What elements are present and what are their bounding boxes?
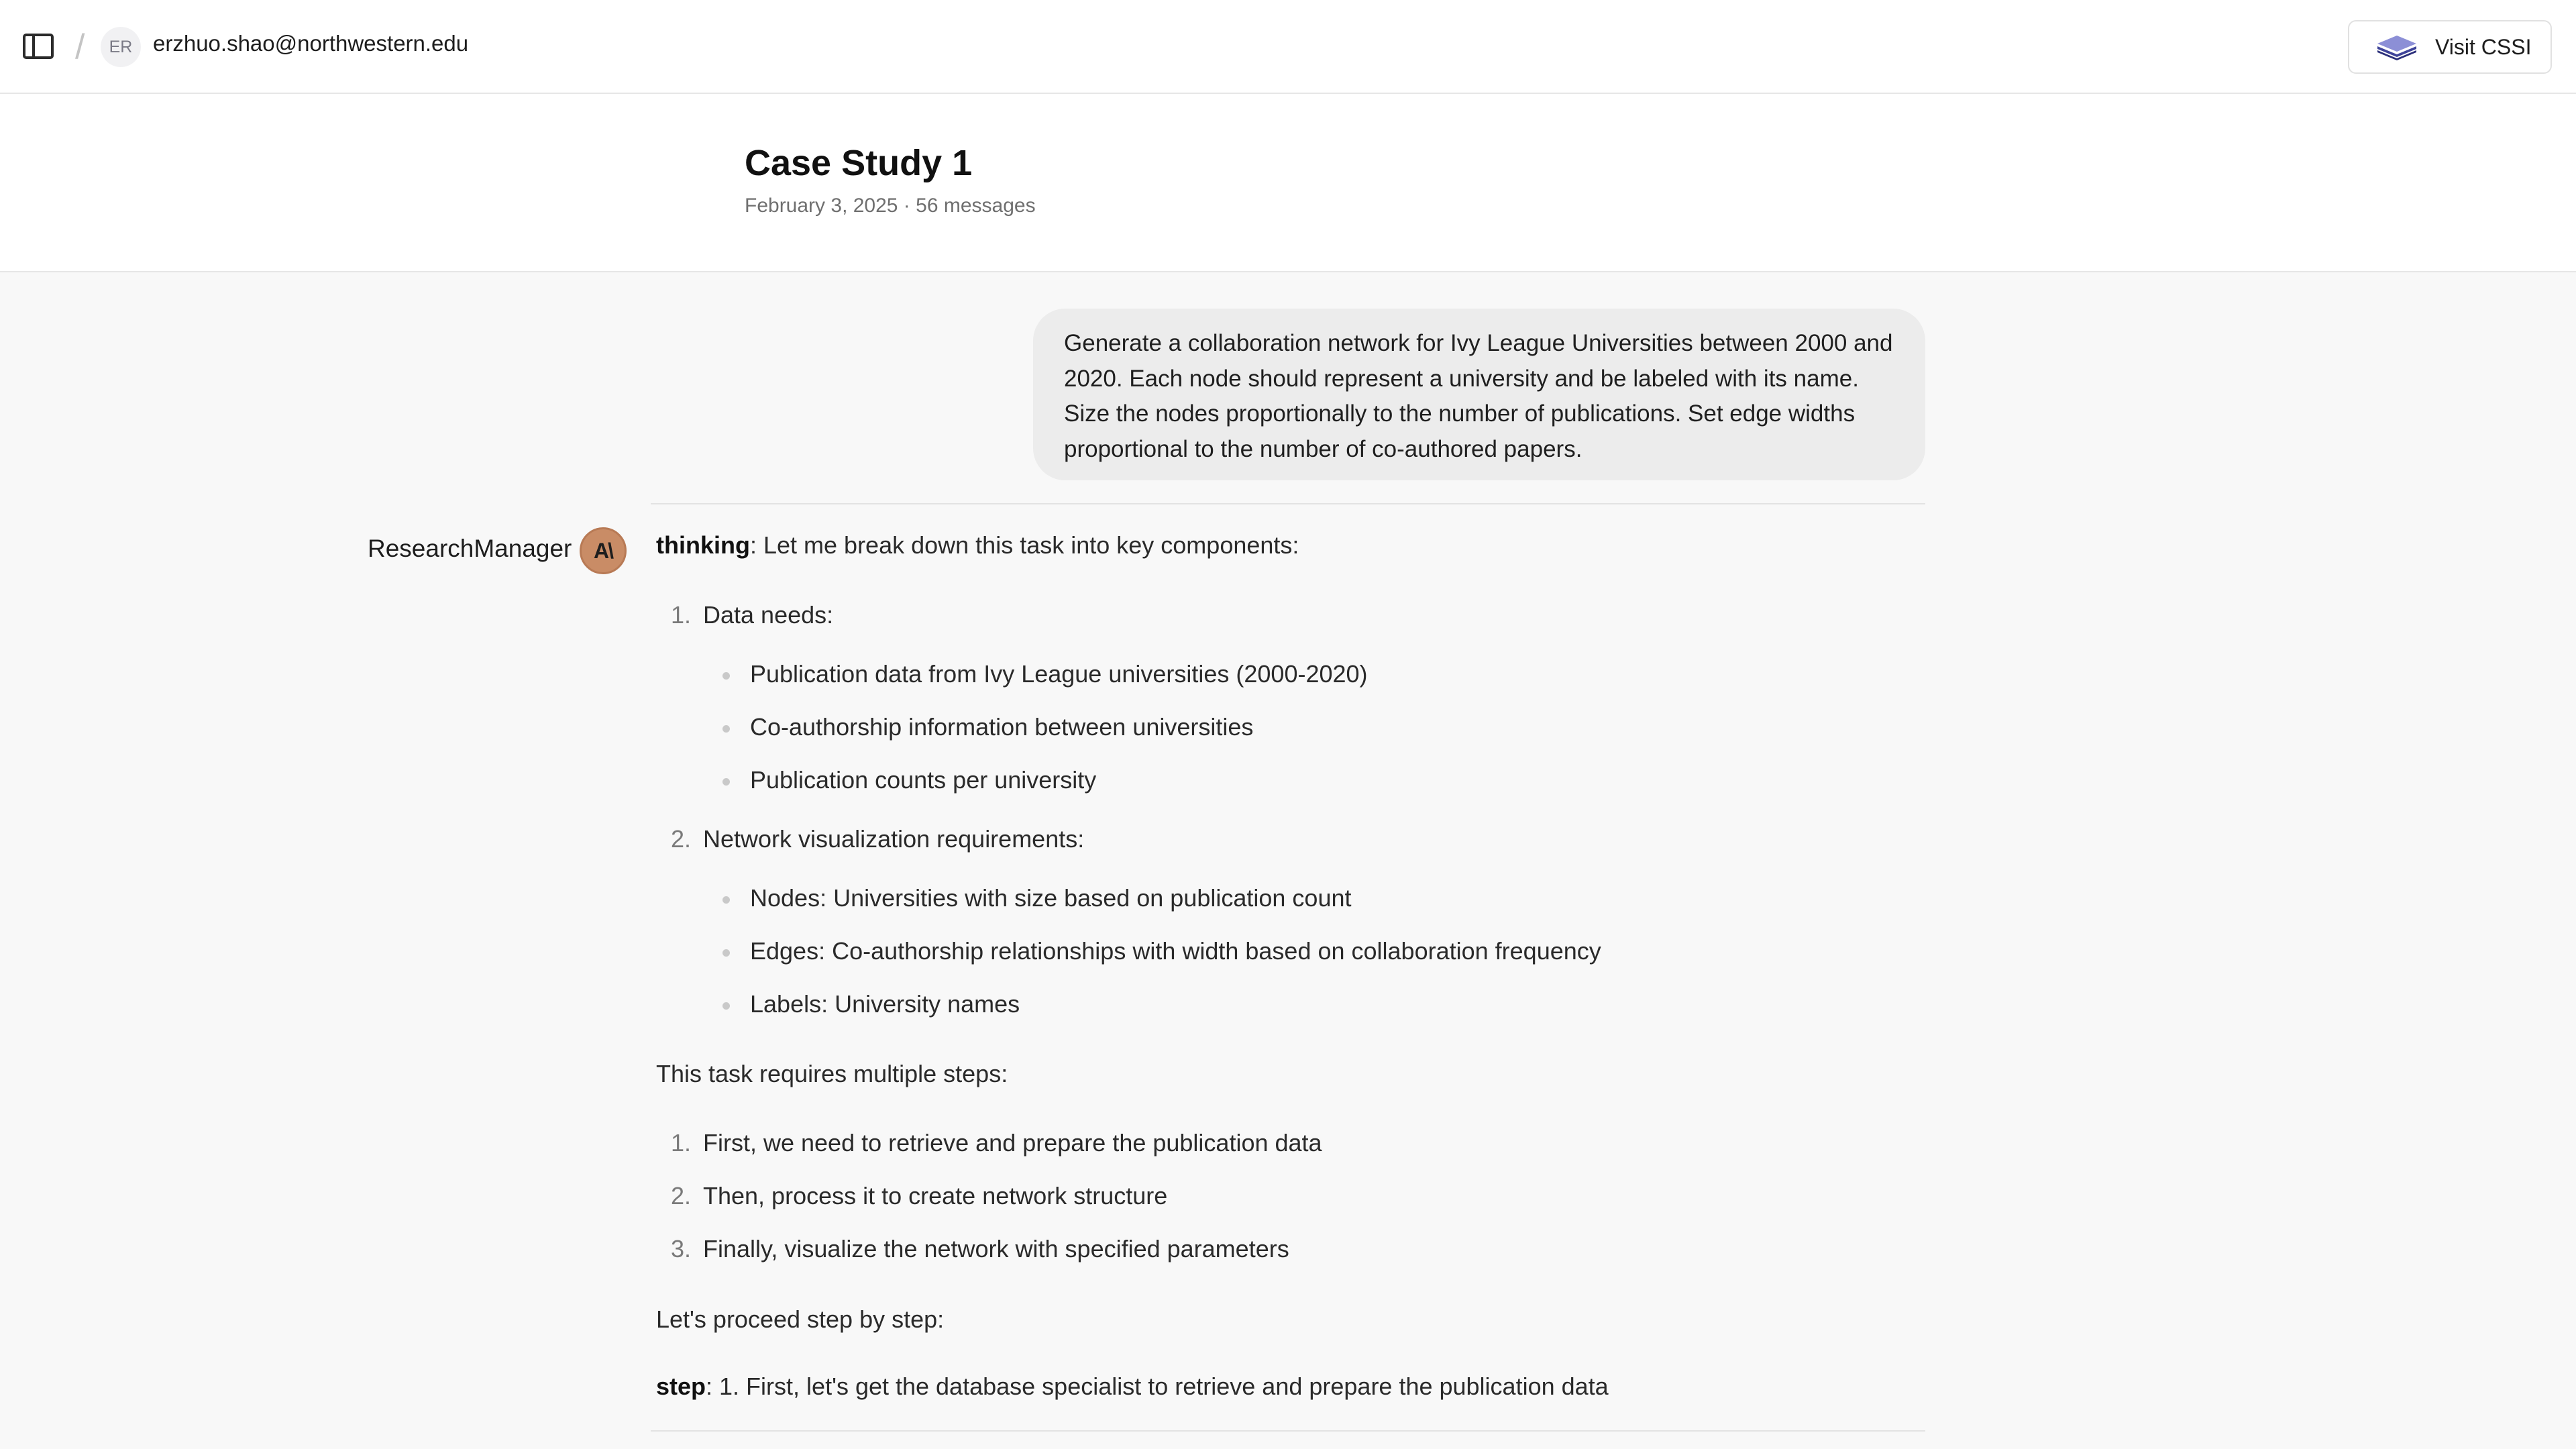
list-item: Publication data from Ivy League univers… (750, 660, 1368, 688)
visit-cssi-label: Visit CSSI (2435, 34, 2532, 59)
agent-name: ResearchManager (368, 535, 572, 562)
breadcrumb-separator: / (75, 28, 85, 66)
steps-intro: This task requires multiple steps: (656, 1060, 1008, 1087)
list-item: Labels: University names (750, 990, 1020, 1018)
list-item: Network visualization requirements: (703, 825, 1085, 853)
list-number: 1. (671, 601, 692, 629)
step-line: step: 1. First, let's get the database s… (656, 1373, 1609, 1401)
proceed-text: Let's proceed step by step: (656, 1305, 945, 1333)
user-message-bubble: Generate a collaboration network for Ivy… (1033, 309, 1925, 480)
list-item: Finally, visualize the network with spec… (703, 1235, 1289, 1263)
thinking-intro: : Let me break down this task into key c… (749, 531, 1299, 559)
list-item: Publication counts per university (750, 766, 1097, 794)
list-item: Then, process it to create network struc… (703, 1182, 1168, 1210)
message-divider (651, 503, 1925, 504)
list-item: Data needs: (703, 601, 834, 629)
top-bar: / ER erzhuo.shao@northwestern.edu Visit … (0, 0, 2576, 94)
conversation-header: Case Study 1 February 3, 2025 · 56 messa… (0, 94, 2576, 272)
conversation-meta: February 3, 2025 · 56 messages (745, 195, 1036, 217)
cssi-logo-icon (2377, 36, 2416, 60)
list-number: 1. (671, 1129, 692, 1157)
bullet-dot (722, 949, 730, 957)
list-item: Co-authorship information between univer… (750, 713, 1254, 741)
bullet-dot (722, 896, 730, 904)
sidebar-toggle-icon[interactable] (23, 34, 54, 59)
page-title: Case Study 1 (745, 143, 973, 183)
thinking-label: thinking (656, 531, 750, 559)
list-number: 2. (671, 1182, 692, 1210)
bullet-dot (722, 725, 730, 733)
thinking-line: thinking: Let me break down this task in… (656, 531, 1299, 559)
agent-avatar-icon: A\ (580, 527, 627, 574)
message-divider (651, 1430, 1925, 1432)
list-item: Nodes: Universities with size based on p… (750, 884, 1352, 912)
list-number: 2. (671, 825, 692, 853)
user-email[interactable]: erzhuo.shao@northwestern.edu (153, 31, 468, 56)
bullet-dot (722, 672, 730, 680)
user-avatar[interactable]: ER (101, 27, 141, 67)
visit-cssi-button[interactable]: Visit CSSI (2348, 20, 2552, 74)
step-text: : 1. First, let's get the database speci… (706, 1373, 1609, 1400)
step-label: step (656, 1373, 706, 1400)
list-item: Edges: Co-authorship relationships with … (750, 937, 1601, 965)
list-number: 3. (671, 1235, 692, 1263)
bullet-dot (722, 1002, 730, 1010)
list-item: First, we need to retrieve and prepare t… (703, 1129, 1322, 1157)
bullet-dot (722, 778, 730, 786)
